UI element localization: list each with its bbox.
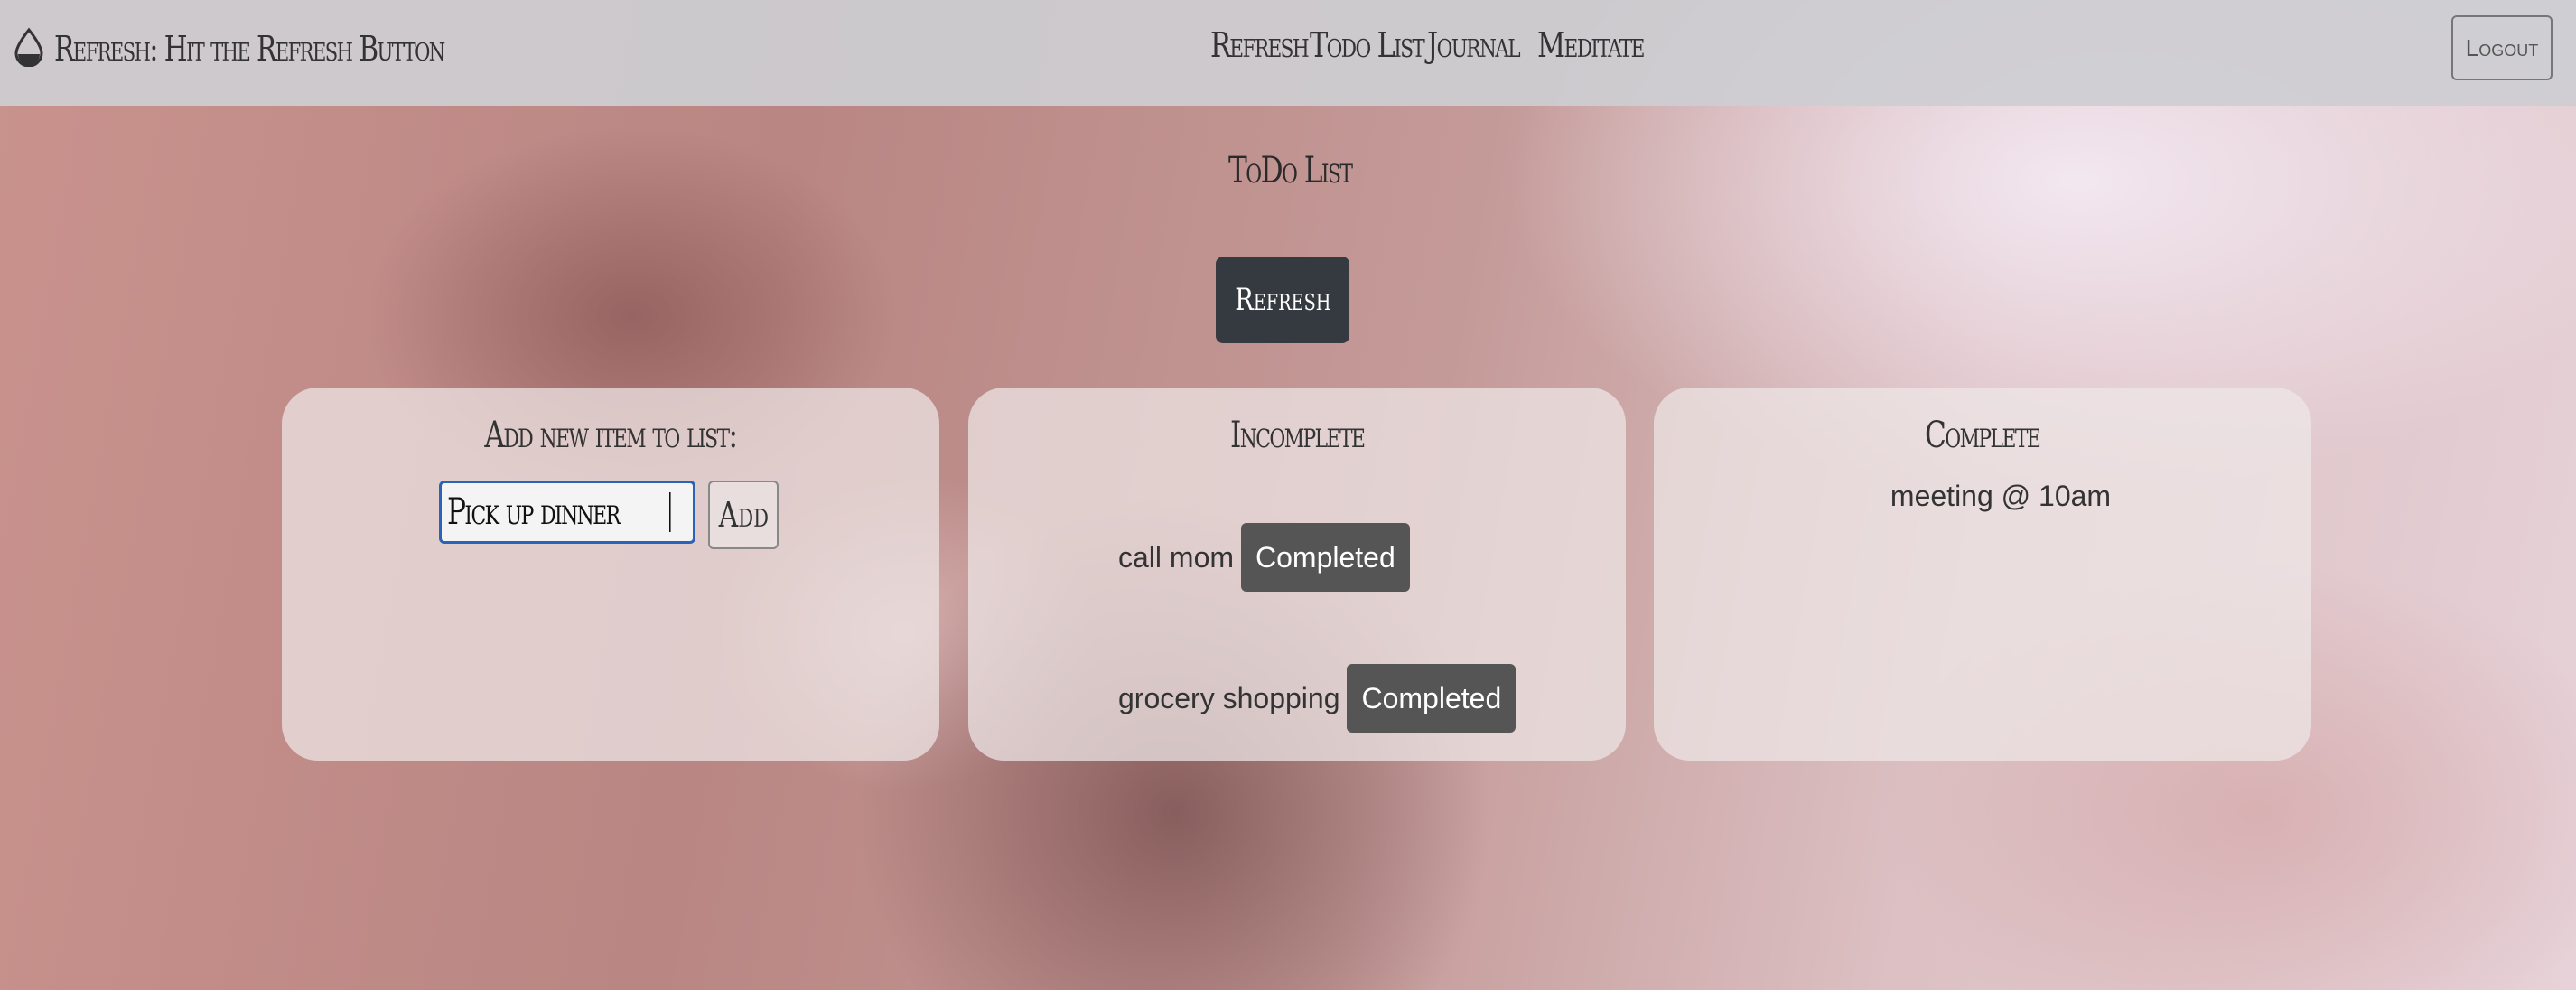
- new-item-input-value: Pick up dinner: [447, 491, 621, 533]
- nav-link-todo-list[interactable]: Todo List: [1310, 25, 1425, 65]
- completed-button[interactable]: Completed: [1241, 523, 1410, 592]
- nav-link-meditate[interactable]: Meditate: [1537, 25, 1645, 65]
- droplet-icon: [13, 27, 45, 70]
- new-item-input[interactable]: Pick up dinner: [439, 481, 695, 544]
- todo-item-text: grocery shopping: [1118, 681, 1340, 714]
- nav-link-refresh[interactable]: Refresh: [1210, 25, 1310, 65]
- top-navbar: Refresh: Hit the Refresh Button Refresh …: [0, 0, 2576, 106]
- nav-link-journal[interactable]: Journal: [1427, 25, 1524, 65]
- brand-title: Refresh: Hit the Refresh Button: [54, 29, 445, 69]
- incomplete-card: Incomplete call mom Completed grocery sh…: [968, 388, 1626, 761]
- list-item: grocery shopping Completed: [1118, 664, 1517, 733]
- text-caret: [669, 492, 671, 532]
- complete-card: Complete meeting @ 10am: [1654, 388, 2311, 761]
- refresh-button[interactable]: Refresh: [1216, 257, 1349, 343]
- brand[interactable]: Refresh: Hit the Refresh Button: [13, 27, 554, 70]
- add-button[interactable]: Add: [708, 481, 779, 549]
- completed-button[interactable]: Completed: [1347, 664, 1517, 733]
- incomplete-title: Incomplete: [1229, 415, 1366, 456]
- nav-links: Refresh Todo List Journal Meditate: [1210, 25, 1645, 65]
- refresh-button-label: Refresh: [1234, 282, 1331, 318]
- logout-button[interactable]: Logout: [2451, 15, 2553, 80]
- completed-item: meeting @ 10am: [1890, 480, 2112, 512]
- complete-title: Complete: [1925, 415, 2041, 456]
- list-item: call mom Completed: [1118, 523, 1410, 592]
- page-title: ToDo List: [1228, 150, 1353, 191]
- add-item-title: Add new item to list:: [484, 415, 738, 456]
- add-button-label: Add: [718, 495, 769, 535]
- add-item-card: Add new item to list: Pick up dinner Add: [282, 388, 939, 761]
- todo-item-text: call mom: [1118, 540, 1235, 574]
